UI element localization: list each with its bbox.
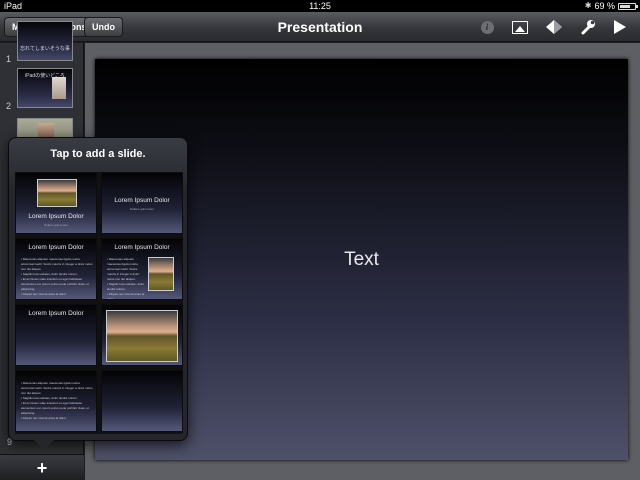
slide-thumbnail[interactable]: iPadの使いどころ [17,68,73,108]
format-icon [546,20,562,34]
media-icon [512,20,528,34]
bullet-text: • Maecenas aliquam maecenas ligula nostr… [21,381,93,395]
layout-title: Lorem Ipsum Dolor [28,244,84,251]
bullet-text: • Aliquet nec viverra amet at dolor. [21,292,67,296]
status-bar: iPad 11:25 ✱ 69 % [0,0,640,12]
layout-photo-only[interactable] [101,304,183,366]
bullet-text: • Maecenas aliquam maecenas ligula nostr… [107,257,140,281]
tools-icon [581,20,595,35]
add-slide-button[interactable]: + [0,455,84,480]
info-icon: i [480,20,494,34]
document-title: Presentation [277,19,363,35]
battery-level [620,4,630,8]
slide-number: 1 [6,54,12,64]
bullet-text: • Aliquet nec viverra amet at dolor. [107,292,145,300]
layout-title-bullets[interactable]: Lorem Ipsum Dolor • Maecenas aliquam mae… [15,238,97,300]
slide-number: 2 [6,101,12,111]
bullet-text: • Sagittis tota sodales, dolor iaculis r… [107,282,145,291]
layout-bullets: • Maecenas aliquam maecenas ligula nostr… [107,257,145,300]
layout-title: Lorem Ipsum Dolor [114,244,170,251]
toolbar: My Presentations Undo Presentation i [0,12,640,42]
layout-subtitle: Nullam quis lorem [129,207,154,211]
slide-thumbnail-title: 忘れてしまいそうな事 [20,46,70,52]
status-right: ✱ 69 % [584,0,638,12]
popover-title: Tap to add a slide. [50,148,146,160]
layout-photo [106,310,178,362]
media-button[interactable] [510,18,530,36]
layout-photo [37,179,77,207]
bullet-text: • Maecenas aliquam maecenas ligula nostr… [21,257,93,271]
format-button[interactable] [544,18,564,36]
layout-title: Lorem Ipsum Dolor [28,213,84,220]
battery-icon [618,2,638,10]
battery-percent: 69 % [594,1,615,11]
layout-title-subtitle[interactable]: Lorem Ipsum Dolor Nullam quis lorem [101,172,183,234]
play-icon [614,20,626,34]
layout-blank[interactable] [101,370,183,432]
slide-thumbnail-photo [52,77,66,99]
layout-title-bullets-photo[interactable]: Lorem Ipsum Dolor • Maecenas aliquam mae… [101,238,183,300]
layout-grid: Lorem Ipsum Dolor Nullam quis lorem Lore… [15,172,183,434]
layout-title-photo[interactable]: Lorem Ipsum Dolor Nullam quis lorem [15,172,97,234]
status-time: 11:25 [309,1,331,11]
layout-bullets-only[interactable]: • Maecenas aliquam maecenas ligula nostr… [15,370,97,432]
bullet-text: • Et ac fames vitae interdum et eget hab… [21,277,90,291]
undo-button[interactable]: Undo [84,17,123,37]
tools-button[interactable] [578,18,598,36]
layout-photo [148,257,174,291]
popover-arrow [34,440,54,450]
layout-title: Lorem Ipsum Dolor [28,310,84,317]
slide-thumbnail[interactable]: 忘れてしまいそうな事 [17,21,73,61]
layout-bullets: • Maecenas aliquam maecenas ligula nostr… [21,381,93,421]
layout-title: Lorem Ipsum Dolor [114,197,170,204]
layout-title-only[interactable]: Lorem Ipsum Dolor [15,304,97,366]
play-button[interactable] [610,18,630,36]
layout-bullets: • Maecenas aliquam maecenas ligula nostr… [21,257,93,297]
bullet-text: • Aliquet nec viverra amet at dolor. [21,416,67,420]
navigator-footer: + [0,454,84,480]
add-slide-popover: Tap to add a slide. Lorem Ipsum Dolor Nu… [8,137,188,450]
bluetooth-icon: ✱ [584,1,592,10]
bullet-text: • Et ac fames vitae interdum et eget hab… [21,401,90,415]
layout-subtitle: Nullam quis lorem [43,223,68,227]
info-button[interactable]: i [477,18,497,36]
